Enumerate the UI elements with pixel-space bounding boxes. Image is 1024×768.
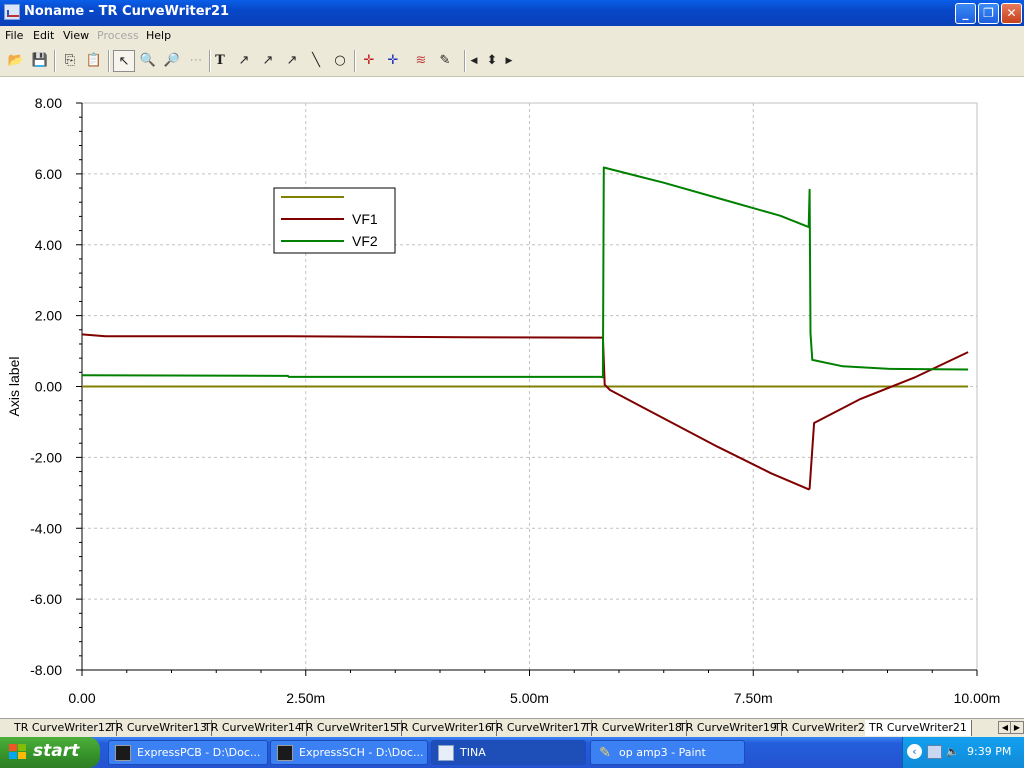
tab-curvewriter15[interactable]: TR CurveWriter15 [295, 720, 402, 736]
close-button[interactable]: ✕ [1001, 3, 1022, 24]
annotate-button[interactable]: ↗ [233, 50, 255, 72]
text-button[interactable]: T [209, 50, 231, 72]
tab-curvewriter17[interactable]: TR CurveWriter17 [485, 720, 592, 736]
menu-help[interactable]: Help [146, 29, 171, 42]
taskbar-item-paint[interactable]: ✎ op amp3 - Paint [590, 740, 745, 765]
legend-label: VF1 [352, 211, 378, 227]
pick-button[interactable]: ✎ [434, 50, 456, 72]
tab-curvewriter13[interactable]: TR CurveWriter13 [105, 720, 212, 736]
y-tick-label: 0.00 [35, 379, 62, 395]
zoom-in-button[interactable]: 🔍 [137, 50, 159, 72]
series-vf2-line [81, 166, 969, 379]
annotate-value-button[interactable]: ↗ [281, 50, 303, 72]
y-tick-label: 6.00 [35, 166, 62, 182]
expresssch-icon [277, 745, 293, 761]
minimize-button[interactable]: _ [955, 3, 976, 24]
copy-button[interactable]: ⎘ [59, 50, 81, 72]
app-icon[interactable] [4, 4, 20, 20]
paint-icon: ✎ [599, 745, 611, 761]
circle-button[interactable]: ○ [329, 50, 351, 72]
window-title: Noname - TR CurveWriter21 [24, 4, 230, 19]
volume-icon[interactable]: 🔈 [945, 745, 960, 759]
title-bar: Noname - TR CurveWriter21 _ ❐ ✕ [0, 0, 1024, 26]
toolbar-separator [54, 50, 56, 72]
x-tick-label: 2.50m [286, 690, 325, 706]
taskbar-item-tina[interactable]: TINA [431, 740, 586, 765]
x-tick-label: 7.50m [734, 690, 773, 706]
tina-icon [438, 745, 454, 761]
y-tick-label: -6.00 [30, 591, 62, 607]
grid-button[interactable]: ⋯ [185, 50, 207, 72]
toolbar-separator [108, 50, 110, 72]
taskbar-item-expresssch[interactable]: ExpressSCH - D:\Doc... [270, 740, 428, 765]
y-tick-label: -4.00 [30, 520, 62, 536]
show-hidden-icons-icon[interactable]: ‹ [907, 744, 922, 759]
clock: 9:39 PM [967, 745, 1012, 758]
tab-curvewriter16[interactable]: TR CurveWriter16 [390, 720, 497, 736]
maximize-button[interactable]: ❐ [978, 3, 999, 24]
system-tray: ‹ 🔈 9:39 PM [902, 737, 1024, 768]
series-vf1-line [81, 333, 969, 491]
menu-edit[interactable]: Edit [33, 29, 54, 42]
open-button[interactable]: 📂 [5, 50, 27, 72]
menu-bar: File Edit View Process Help [0, 26, 1024, 46]
x-tick-label: 0.00 [68, 690, 95, 706]
tab-curvewriter20[interactable]: TR CurveWriter20 [770, 720, 877, 736]
tab-curvewriter19[interactable]: TR CurveWriter19 [675, 720, 782, 736]
y-axis-label: Axis label [6, 357, 22, 417]
x-tick-label: 10.00m [954, 690, 1001, 706]
tab-curvewriter14[interactable]: TR CurveWriter14 [200, 720, 307, 736]
paste-button[interactable]: 📋 [83, 50, 105, 72]
start-label: start [33, 741, 80, 761]
y-tick-label: 8.00 [35, 95, 62, 111]
toolbar-separator [354, 50, 356, 72]
zoom-100-button[interactable]: 🔎 [161, 50, 183, 72]
curves-button[interactable]: ≋ [410, 50, 432, 72]
y-tick-label: 2.00 [35, 308, 62, 324]
windows-logo-icon [9, 744, 27, 761]
scroll-right-button[interactable]: ▶ [503, 50, 515, 72]
tab-curvewriter12[interactable]: TR CurveWriter12 [10, 720, 117, 736]
tab-curvewriter18[interactable]: TR CurveWriter18 [580, 720, 687, 736]
tab-strip: TR CurveWriter12 TR CurveWriter13 TR Cur… [0, 718, 1024, 737]
menu-file[interactable]: File [5, 29, 23, 42]
line-button[interactable]: ╲ [305, 50, 327, 72]
cursor-a-button[interactable]: ✛ [358, 50, 380, 72]
start-button[interactable]: start [0, 737, 100, 768]
y-tick-label: -8.00 [30, 662, 62, 678]
annotate-query-button[interactable]: ↗ [257, 50, 279, 72]
menu-process: Process [97, 29, 139, 42]
toolbar-separator [464, 50, 466, 72]
plot-area[interactable]: 8.00 6.00 4.00 2.00 0.00 -2.00 -4.00 -6.00 -8.00… [0, 77, 1024, 718]
chart[interactable]: 8.00 6.00 4.00 2.00 0.00 -2.00 -4.00 -6.00 -8.00… [0, 77, 1024, 718]
scroll-updown-button[interactable]: ⬍ [481, 50, 503, 72]
network-icon[interactable] [927, 745, 942, 759]
taskbar: start ExpressPCB - D:\Doc... ExpressSCH … [0, 737, 1024, 768]
tab-curvewriter21[interactable]: TR CurveWriter21 [865, 720, 972, 736]
toolbar: 📂 💾 ⎘ 📋 ↖ 🔍 🔎 ⋯ T ↗ ↗ ↗ ╲ ○ ✛ ✛ ≋ ✎ ◀ ⬍ … [0, 46, 1024, 77]
save-button[interactable]: 💾 [29, 50, 51, 72]
y-tick-label: 4.00 [35, 237, 62, 253]
menu-view[interactable]: View [63, 29, 89, 42]
x-tick-label: 5.00m [510, 690, 549, 706]
scroll-left-button[interactable]: ◀ [468, 50, 480, 72]
cursor-b-button[interactable]: ✛ [382, 50, 404, 72]
legend-label: VF2 [352, 233, 378, 249]
taskbar-item-expresspcb[interactable]: ExpressPCB - D:\Doc... [108, 740, 268, 765]
y-tick-label: -2.00 [30, 449, 62, 465]
expresspcb-icon [115, 745, 131, 761]
tab-scroll-right-icon[interactable]: ▶ [1010, 721, 1024, 734]
pointer-button[interactable]: ↖ [113, 50, 135, 72]
